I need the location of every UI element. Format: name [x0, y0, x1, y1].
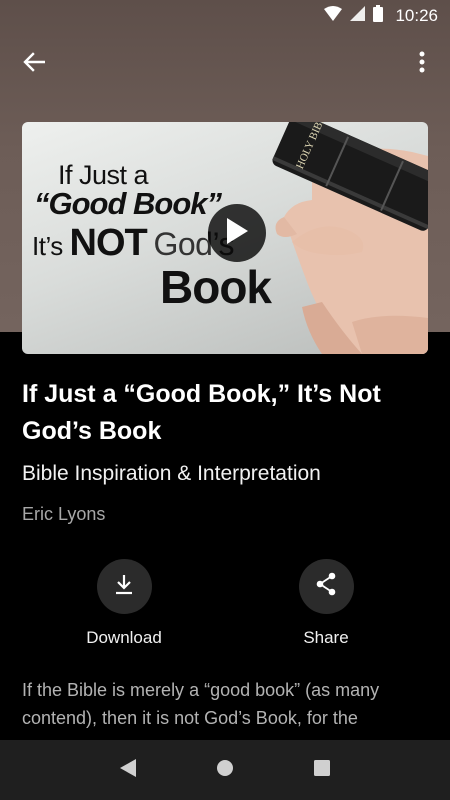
share-button[interactable]: Share — [266, 559, 386, 648]
nav-back-icon — [119, 758, 137, 783]
share-circle — [298, 559, 354, 614]
back-button[interactable] — [14, 44, 54, 84]
play-button[interactable] — [208, 204, 266, 262]
app-bar — [0, 32, 450, 96]
thumbnail-line-3-prefix: It’s — [32, 231, 63, 261]
share-icon — [315, 572, 337, 601]
status-time: 10:26 — [395, 6, 438, 25]
thumbnail-line-3-bold: NOT — [69, 222, 148, 264]
article-description: If the Bible is merely a “good book” (as… — [22, 680, 380, 728]
nav-home-icon — [215, 758, 235, 783]
share-label: Share — [303, 628, 349, 647]
arrow-left-icon — [23, 51, 46, 78]
signal-icon — [350, 6, 366, 26]
download-button[interactable]: Download — [64, 559, 184, 648]
wifi-icon — [324, 6, 343, 26]
system-nav-bar — [0, 740, 450, 800]
play-icon — [225, 217, 249, 250]
thumbnail-line-4: Book — [160, 261, 272, 313]
battery-icon — [373, 5, 384, 27]
download-icon — [113, 573, 135, 600]
download-label: Download — [86, 628, 162, 647]
download-circle — [96, 559, 152, 614]
nav-back-button[interactable] — [108, 750, 148, 790]
nav-recents-icon — [313, 759, 331, 782]
nav-recents-button[interactable] — [302, 750, 342, 790]
article-author: Eric Lyons — [22, 504, 106, 524]
nav-home-button[interactable] — [205, 750, 245, 790]
article-title: If Just a “Good Book,” It’s Not God’s Bo… — [22, 380, 381, 445]
more-vert-icon — [419, 51, 425, 78]
status-bar: 10:26 — [0, 0, 450, 32]
thumbnail-line-3: It’s NOT God’s — [32, 222, 234, 265]
video-thumbnail[interactable]: If Just a “Good Book” It’s NOT God’s Boo… — [22, 122, 428, 354]
thumbnail-line-2: “Good Book” — [34, 186, 222, 221]
article-category: Bible Inspiration & Interpretation — [22, 462, 321, 485]
more-options-button[interactable] — [402, 44, 442, 84]
